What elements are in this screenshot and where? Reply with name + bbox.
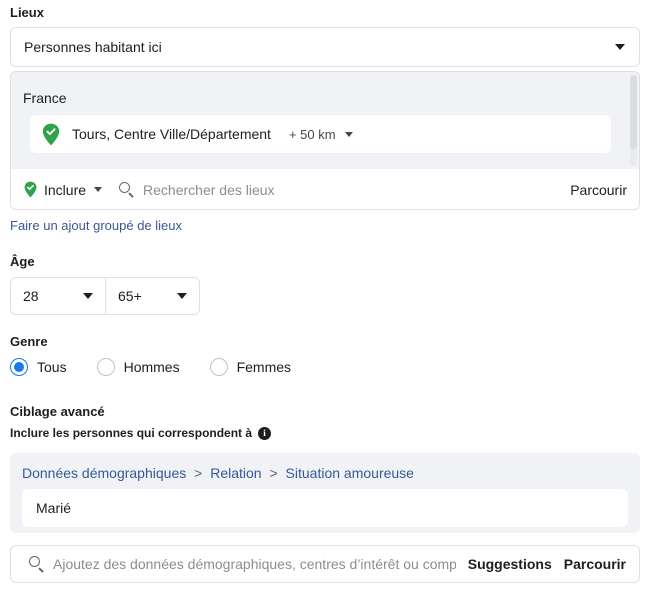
suggestions-button[interactable]: Suggestions [468, 556, 552, 572]
include-label: Inclure [44, 181, 87, 198]
breadcrumb-item-3[interactable]: Situation amoureuse [286, 465, 414, 481]
locations-scrollbar[interactable] [630, 75, 637, 166]
gender-option-label: Tous [37, 359, 67, 375]
age-min-select[interactable]: 28 [11, 278, 105, 314]
advanced-selected-value-text: Marié [36, 500, 72, 516]
chevron-down-icon [615, 44, 625, 50]
info-icon[interactable]: i [258, 426, 272, 440]
advanced-targeting-subtitle: Inclure les personnes qui correspondent … [10, 426, 253, 440]
gender-option-hommes[interactable]: Hommes [96, 358, 180, 376]
advanced-browse-button[interactable]: Parcourir [564, 556, 626, 572]
include-exclude-dropdown[interactable]: Inclure [24, 181, 103, 198]
gender-option-label: Hommes [123, 359, 180, 375]
age-range-group: 28 65+ [10, 277, 200, 315]
locations-panel: France Tours, Centre Ville/Département +… [10, 71, 640, 210]
advanced-targeting-panel: Données démographiques > Relation > Situ… [10, 453, 640, 533]
location-country-label: France [23, 90, 67, 106]
age-max-value: 65+ [118, 288, 142, 304]
audience-targeting-panel: Lieux Personnes habitant ici France Tour… [0, 0, 650, 591]
location-radius-value: + 50 km [288, 126, 336, 142]
advanced-targeting-subtitle-row: Inclure les personnes qui correspondent … [10, 426, 272, 440]
location-search-input[interactable] [143, 181, 571, 198]
bulk-add-locations-link[interactable]: Faire un ajout groupé de lieux [10, 218, 182, 233]
advanced-selected-value[interactable]: Marié [22, 489, 628, 527]
breadcrumb-item-1[interactable]: Données démographiques [22, 465, 186, 481]
locations-browse-button[interactable]: Parcourir [570, 182, 627, 198]
age-section-label: Âge [10, 254, 35, 269]
chevron-down-icon[interactable] [344, 131, 353, 137]
breadcrumb: Données démographiques > Relation > Situ… [22, 465, 414, 481]
locations-search-row: Inclure Parcourir [11, 169, 639, 209]
location-entry-name: Tours, Centre Ville/Département [72, 126, 271, 142]
radio-button-selected[interactable] [10, 358, 28, 376]
map-pin-check-icon [42, 123, 60, 146]
age-min-value: 28 [23, 288, 39, 304]
advanced-search-input[interactable] [53, 556, 456, 572]
gender-radio-group: Tous Hommes Femmes [10, 358, 321, 376]
breadcrumb-separator: > [269, 465, 278, 481]
gender-option-femmes[interactable]: Femmes [209, 358, 292, 376]
gender-section-label: Genre [10, 334, 48, 349]
radio-button[interactable] [209, 358, 228, 376]
gender-option-label: Femmes [236, 359, 292, 375]
location-type-select[interactable]: Personnes habitant ici [10, 27, 640, 67]
advanced-search-row: Suggestions Parcourir [10, 545, 640, 583]
age-max-select[interactable]: 65+ [105, 278, 199, 314]
locations-scrollbar-thumb[interactable] [630, 75, 637, 149]
map-pin-check-icon [24, 181, 37, 198]
location-entry-row[interactable]: Tours, Centre Ville/Département + 50 km [30, 115, 611, 153]
gender-option-tous[interactable]: Tous [10, 358, 67, 376]
locations-section-label: Lieux [10, 5, 44, 20]
radio-button[interactable] [96, 358, 115, 376]
search-icon [29, 556, 45, 573]
chevron-down-icon [177, 293, 187, 299]
chevron-down-icon [83, 293, 93, 299]
location-type-value: Personnes habitant ici [24, 39, 162, 55]
locations-list-scrollarea: France Tours, Centre Ville/Département +… [11, 72, 639, 169]
breadcrumb-item-2[interactable]: Relation [210, 465, 261, 481]
chevron-down-icon [94, 187, 103, 192]
advanced-targeting-label: Ciblage avancé [10, 404, 105, 419]
search-icon [119, 181, 135, 198]
breadcrumb-separator: > [194, 465, 203, 481]
